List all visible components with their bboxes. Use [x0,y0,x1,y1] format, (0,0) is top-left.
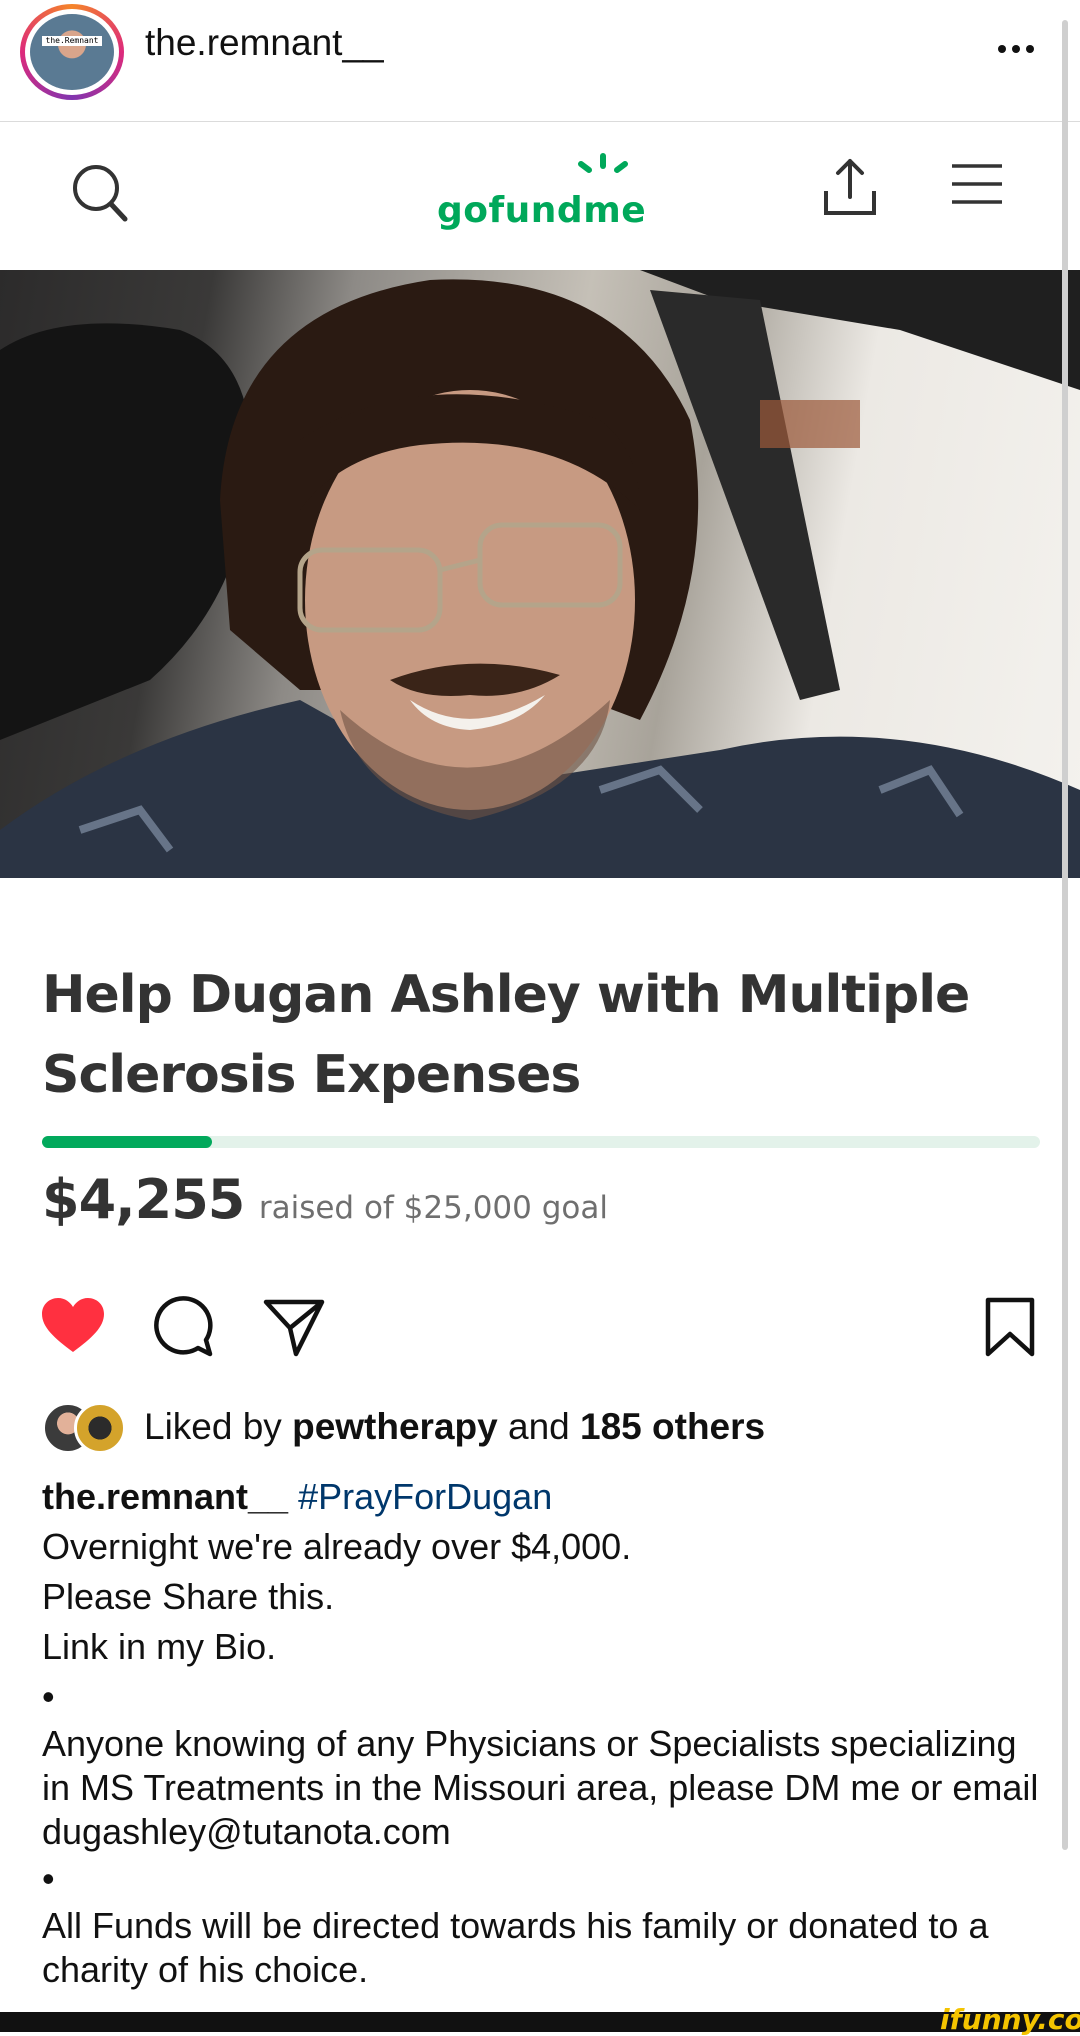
comment-icon[interactable] [152,1296,214,1363]
watermark-bar [0,2012,1080,2032]
gofundme-logo[interactable]: gofundme [437,148,657,238]
raised-amount: $4,255 [42,1168,245,1231]
goal-text: raised of $25,000 goal [258,1190,608,1226]
caption-line: Please Share this. [42,1576,335,1617]
caption-username[interactable]: the.remnant__ [42,1476,288,1517]
liker-avatar [74,1402,126,1454]
search-icon[interactable] [70,162,130,229]
likes-text: Liked by pewtherapy and 185 others [144,1406,765,1448]
post-username[interactable]: the.remnant__ [145,22,384,64]
heart-filled-icon[interactable] [40,1296,106,1361]
ifunny-watermark: ifunny.co [940,2003,1080,2036]
profile-avatar[interactable]: the.Remnant [20,4,124,100]
funding-progress-fill [42,1136,212,1148]
send-icon[interactable] [262,1296,326,1363]
funding-progress-bar [42,1136,1040,1148]
caption-line: Link in my Bio. [42,1626,277,1667]
caption-line: Overnight we're already over $4,000. [42,1526,632,1567]
post-action-bar [0,1296,1080,1376]
caption-hashtag[interactable]: #PrayForDugan [298,1476,552,1517]
campaign-photo [0,270,1080,878]
hamburger-menu-icon[interactable] [950,162,1004,211]
gofundme-logo-text: gofundme [437,190,647,231]
gofundme-header: gofundme [0,122,1080,270]
campaign-title-line: Help Dugan Ashley with Multiple [42,965,970,1025]
avatar-tag-text: the.Remnant [42,36,102,46]
caption-paragraph: All Funds will be directed towards his f… [42,1905,989,1990]
likes-prefix: Liked by [144,1406,282,1447]
share-upload-icon[interactable] [822,157,878,224]
likes-others-count[interactable]: 185 others [580,1406,765,1447]
bookmark-icon[interactable] [984,1296,1036,1363]
post-caption: the.remnant__ #PrayForDugan Overnight we… [42,1472,1042,1992]
liker-username[interactable]: pewtherapy [292,1406,498,1447]
caption-bullet: • [42,1858,55,1899]
raised-summary: $4,255 raised of $25,000 goal [42,1168,608,1231]
scrollbar[interactable] [1062,20,1068,1850]
campaign-title: Help Dugan Ashley with Multiple Sclerosi… [42,955,1042,1115]
likes-and: and [508,1406,570,1447]
caption-paragraph: Anyone knowing of any Physicians or Spec… [42,1723,1039,1852]
campaign-title-line: Sclerosis Expenses [42,1045,581,1105]
caption-bullet: • [42,1676,55,1717]
more-horizontal-icon[interactable] [996,26,1036,66]
instagram-post-header: the.Remnant the.remnant__ [0,0,1080,122]
